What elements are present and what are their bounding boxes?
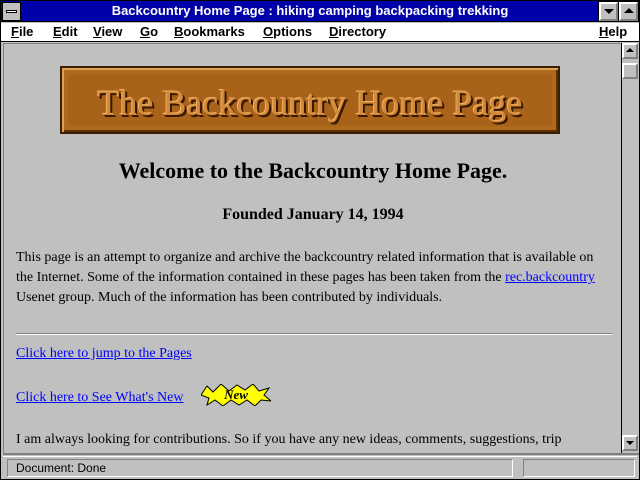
system-menu-icon [6, 10, 17, 13]
window-title: Backcountry Home Page : hiking camping b… [111, 3, 509, 18]
menu-help[interactable]: Help [599, 24, 627, 40]
founded-date: Founded January 14, 1994 [222, 206, 404, 223]
status-text: Document: Done [7, 459, 513, 477]
title-bar[interactable]: Backcountry Home Page : hiking camping b… [1, 1, 639, 22]
menu-bookmarks[interactable]: Bookmarks [174, 24, 245, 40]
arrow-down-icon [626, 441, 634, 445]
browser-window: Backcountry Home Page : hiking camping b… [0, 0, 640, 480]
menu-options[interactable]: Options [263, 24, 312, 40]
progress-indicator [523, 459, 635, 477]
page-heading: Welcome to the Backcountry Home Page. [118, 158, 508, 183]
menu-edit[interactable]: Edit [53, 24, 78, 40]
intro-paragraph: This page is an attempt to organize and … [16, 248, 614, 308]
intro-text-end: Usenet group. Much of the information ha… [16, 290, 443, 305]
partial-paragraph: I am always looking for contributions. S… [16, 432, 562, 447]
scroll-thumb[interactable] [622, 63, 638, 79]
rec-backcountry-link[interactable]: rec.backcountry [505, 270, 595, 285]
new-badge-icon[interactable]: New [201, 384, 271, 406]
page-content[interactable]: The Backcountry Home Page Welcome to the… [3, 43, 621, 453]
menu-file[interactable]: File [11, 24, 33, 40]
vertical-scrollbar[interactable] [621, 43, 638, 453]
menu-go[interactable]: Go [140, 24, 158, 40]
menu-bar: File Edit View Go Bookmarks Options Dire… [1, 23, 639, 42]
new-badge-text: New [223, 387, 248, 402]
menu-view[interactable]: View [93, 24, 122, 40]
scroll-up-button[interactable] [622, 43, 638, 59]
horizontal-rule [16, 333, 612, 335]
menu-directory[interactable]: Directory [329, 24, 386, 40]
system-menu-button[interactable] [2, 2, 21, 21]
minimize-button[interactable] [598, 1, 619, 22]
logo-text: The Backcountry Home Page [97, 83, 523, 123]
scroll-down-button[interactable] [622, 435, 638, 451]
pages-link[interactable]: Click here to jump to the Pages [16, 346, 192, 362]
minimize-icon [604, 9, 614, 14]
arrow-up-icon [626, 48, 634, 52]
scroll-track[interactable] [622, 59, 638, 435]
maximize-button[interactable] [618, 1, 639, 22]
whats-new-link[interactable]: Click here to See What's New [16, 390, 184, 406]
logo-panel: The Backcountry Home Page [68, 74, 552, 126]
site-logo: The Backcountry Home Page [60, 66, 560, 134]
maximize-icon [624, 8, 634, 13]
status-bar: Document: Done [3, 456, 637, 478]
content-bottom-edge [3, 453, 639, 455]
